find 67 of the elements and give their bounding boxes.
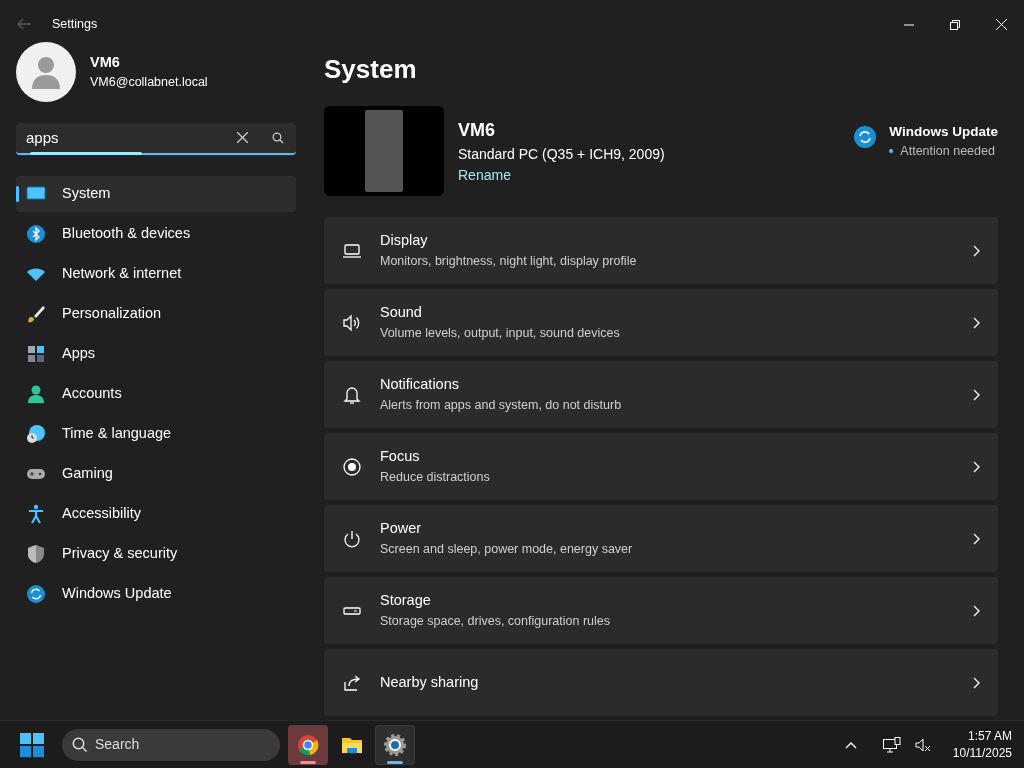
chevron-right-icon (973, 316, 980, 329)
taskbar-search[interactable]: Search (62, 728, 280, 761)
settings-row[interactable]: Nearby sharing (324, 649, 998, 717)
sidebar-item[interactable]: Accounts (16, 375, 296, 412)
power-icon (342, 528, 362, 549)
restore-icon (950, 19, 960, 30)
taskbar-app[interactable] (375, 724, 415, 765)
speaker-muted-icon[interactable] (914, 736, 931, 753)
chevron-right-icon (973, 244, 980, 257)
chevron-up-icon[interactable] (844, 740, 857, 749)
sync-icon (26, 583, 46, 604)
search-box[interactable]: apps (16, 122, 296, 155)
search-field[interactable]: apps (16, 125, 237, 151)
person-icon (26, 383, 46, 404)
browser-icon (296, 732, 320, 757)
sync-icon (854, 125, 877, 148)
device-model: Standard PC (Q35 + ICH9, 2009) (458, 144, 665, 164)
settings-row[interactable]: Power Screen and sleep, power mode, energy saver (324, 505, 998, 573)
chevron-right-icon (973, 532, 980, 545)
settings-row[interactable]: Display Monitors, brightness, night light, display profile (324, 217, 998, 285)
chevron-right-icon (973, 604, 980, 617)
bell-icon (342, 384, 362, 405)
settings-row[interactable]: Notifications Alerts from apps and system, do not disturb (324, 361, 998, 429)
chevron-right-icon (973, 388, 980, 401)
monitor-icon[interactable] (882, 736, 901, 753)
update-title[interactable]: Windows Update (889, 121, 998, 142)
settings-row[interactable]: Sound Volume levels, output, input, sound devices (324, 289, 998, 357)
globe-clock-icon (26, 423, 46, 444)
taskbar-app[interactable] (288, 724, 328, 765)
settings-row[interactable]: Storage Storage space, drives, configuration rules (324, 577, 998, 645)
window-title: Settings (52, 15, 98, 33)
account-email: VM6@collabnet.local (90, 74, 208, 92)
clock-date[interactable]: 10/11/2025 (952, 744, 1012, 761)
sidebar-item[interactable]: Apps (16, 335, 296, 372)
sidebar-item[interactable]: Accessibility (16, 495, 296, 532)
rename-link[interactable]: Rename (458, 166, 511, 183)
sidebar-item[interactable]: Network & internet (16, 255, 296, 292)
sidebar-item[interactable]: Privacy & security (16, 535, 296, 572)
search-label: Search (95, 735, 140, 754)
chevron-right-icon (973, 676, 980, 689)
sidebar-item[interactable]: Gaming (16, 455, 296, 492)
clock-time[interactable]: 1:57 AM (952, 728, 1012, 745)
status-dot-icon (889, 149, 894, 154)
page-title: System (324, 53, 418, 86)
speaker-icon (342, 312, 362, 333)
update-status: Attention needed (900, 142, 995, 160)
settings-row[interactable]: Focus Reduce distractions (324, 433, 998, 501)
gear-icon (383, 732, 407, 757)
device-name: VM6 (458, 118, 496, 142)
sidebar-item[interactable]: Personalization (16, 295, 296, 332)
sidebar-item[interactable]: Bluetooth & devices (16, 215, 296, 252)
search-icon (72, 736, 88, 753)
clear-icon[interactable] (237, 132, 248, 144)
start-icon[interactable] (20, 732, 44, 757)
accessibility-icon (26, 503, 46, 524)
shield-icon (26, 543, 46, 564)
sidebar-item[interactable]: Windows Update (16, 575, 296, 612)
chevron-right-icon (973, 460, 980, 473)
focus-icon (342, 456, 362, 477)
sidebar-item[interactable]: Time & language (16, 415, 296, 452)
bluetooth-icon (26, 223, 46, 244)
apps-grid-icon (26, 343, 46, 364)
account-name: VM6 (90, 52, 121, 72)
close-icon (995, 19, 1007, 31)
sidebar-item[interactable]: System (16, 175, 296, 212)
search-icon[interactable] (272, 131, 284, 144)
brush-icon (26, 303, 46, 324)
